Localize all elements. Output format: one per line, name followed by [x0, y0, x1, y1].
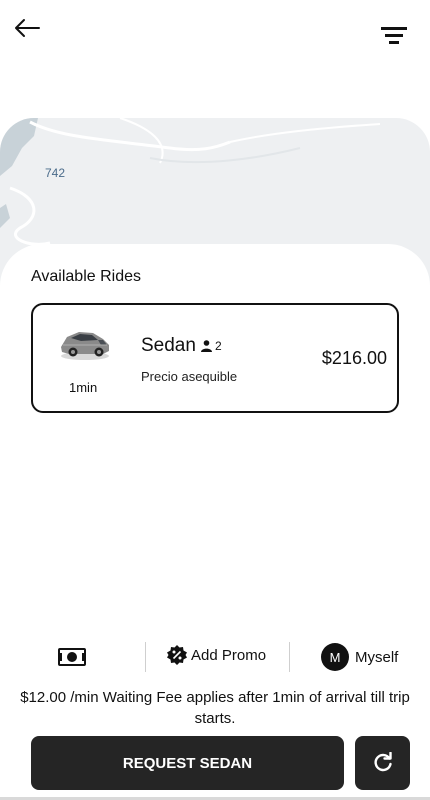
refresh-button[interactable] [355, 736, 410, 790]
divider [289, 642, 290, 672]
add-promo-label: Add Promo [191, 646, 267, 664]
trip-options-row: Add Promo M Myself [0, 640, 430, 674]
ride-price: $216.00 [321, 348, 387, 368]
ride-description: Precio asequible [141, 369, 238, 384]
ride-capacity: 2 [201, 339, 222, 353]
available-rides-title: Available Rides [31, 268, 141, 285]
ride-eta: 1min [69, 380, 98, 395]
ride-name: Sedan [141, 335, 196, 356]
capacity-count: 2 [215, 339, 222, 353]
rider-label: Myself [355, 648, 399, 666]
arrow-left-icon [15, 19, 40, 37]
car-icon [61, 332, 109, 360]
request-ride-button[interactable]: REQUEST SEDAN [31, 736, 344, 790]
ride-option-sedan[interactable]: 1min Sedan 2 Precio asequible $216.00 [31, 303, 399, 413]
cash-icon [58, 648, 86, 666]
payment-method-button[interactable] [58, 646, 86, 668]
road-label: 742 [45, 166, 66, 180]
divider [145, 642, 146, 672]
rider-selector[interactable]: M Myself [321, 643, 398, 671]
refresh-icon [373, 752, 392, 772]
person-icon [201, 340, 212, 352]
add-promo-button[interactable]: Add Promo [166, 644, 266, 666]
promo-badge-icon [167, 645, 187, 665]
waiting-fee-notice: $12.00 /min Waiting Fee applies after 1m… [20, 689, 410, 727]
rider-avatar: M [321, 643, 349, 671]
filter-icon [381, 27, 407, 44]
back-button[interactable] [12, 12, 44, 44]
filter-button[interactable] [374, 20, 414, 52]
top-bar [0, 0, 430, 70]
